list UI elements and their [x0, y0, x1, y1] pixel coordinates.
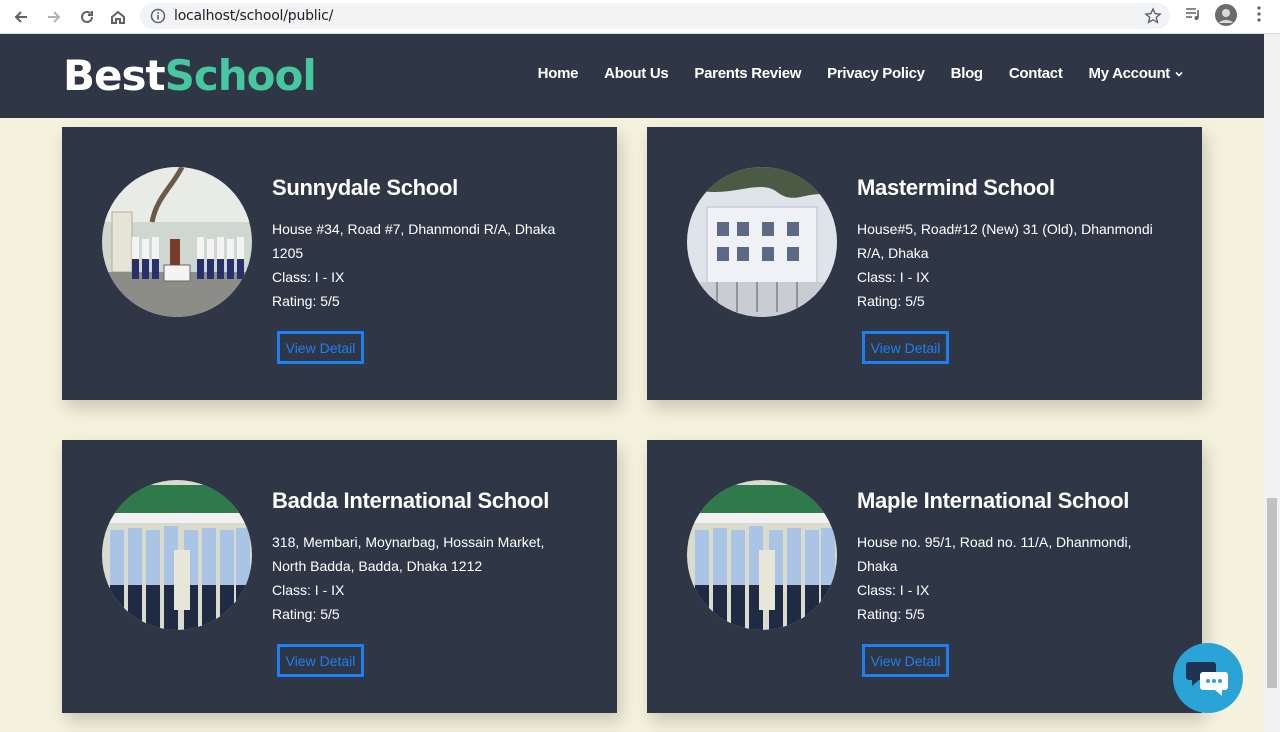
more-icon[interactable] — [1250, 5, 1268, 28]
nav-blog[interactable]: Blog — [951, 65, 983, 82]
url-text: localhost/school/public/ — [174, 8, 334, 24]
school-photo — [102, 480, 252, 630]
back-icon[interactable] — [9, 5, 33, 29]
logo-part-school: School — [164, 51, 317, 100]
school-address: House#5, Road#12 (New) 31 (Old), Dhanmon… — [857, 221, 1153, 261]
school-name[interactable]: Mastermind School — [857, 175, 1055, 201]
school-class: Class: I - IX — [272, 269, 345, 285]
school-class: Class: I - IX — [857, 582, 930, 598]
star-icon[interactable] — [1144, 7, 1162, 30]
logo-part-best: Best — [63, 51, 166, 100]
home-icon[interactable] — [106, 5, 130, 29]
chat-icon — [1186, 662, 1228, 696]
main-menu: Home About Us Parents Review Privacy Pol… — [538, 65, 1184, 82]
school-class: Class: I - IX — [857, 269, 930, 285]
nav-my-account-label: My Account — [1088, 65, 1171, 82]
school-photo — [102, 167, 252, 317]
school-address: House #34, Road #7, Dhanmondi R/A, Dhaka… — [272, 221, 556, 261]
nav-privacy-policy[interactable]: Privacy Policy — [827, 65, 925, 82]
chat-button[interactable] — [1173, 643, 1243, 713]
view-detail-button[interactable]: View Detail — [277, 644, 364, 677]
school-card: Maple International School House no. 95/… — [647, 440, 1202, 713]
school-photo — [687, 167, 837, 317]
view-detail-button[interactable]: View Detail — [862, 331, 949, 364]
chevron-down-icon — [1175, 71, 1183, 77]
school-address: 318, Membari, Moynarbag, Hossain Market,… — [272, 534, 545, 574]
nav-my-account[interactable]: My Account — [1089, 65, 1184, 82]
scrollbar-thumb[interactable] — [1267, 498, 1277, 688]
school-rating: Rating: 5/5 — [272, 606, 340, 622]
school-name[interactable]: Maple International School — [857, 488, 1129, 514]
media-icon[interactable] — [1184, 5, 1202, 28]
site-logo[interactable]: BestSchool — [63, 51, 317, 100]
school-class: Class: I - IX — [272, 582, 345, 598]
school-address: House no. 95/1, Road no. 11/A, Dhanmondi… — [857, 534, 1132, 574]
avatar[interactable] — [1215, 4, 1237, 31]
school-name[interactable]: Badda International School — [272, 488, 549, 514]
browser-toolbar: localhost/school/public/ — [0, 0, 1280, 34]
school-rating: Rating: 5/5 — [857, 606, 925, 622]
page-scrollbar[interactable] — [1264, 34, 1280, 732]
school-list: Sunnydale School House #34, Road #7, Dha… — [0, 118, 1264, 732]
info-icon[interactable] — [150, 8, 166, 29]
school-card: Badda International School 318, Membari,… — [62, 440, 617, 713]
nav-about-us[interactable]: About Us — [604, 65, 669, 82]
school-photo — [687, 480, 837, 630]
nav-contact[interactable]: Contact — [1009, 65, 1063, 82]
school-card: Mastermind School House#5, Road#12 (New)… — [647, 127, 1202, 400]
nav-home[interactable]: Home — [538, 65, 579, 82]
site-header: BestSchool Home About Us Parents Review … — [0, 34, 1264, 118]
reload-icon[interactable] — [75, 5, 99, 29]
school-card: Sunnydale School House #34, Road #7, Dha… — [62, 127, 617, 400]
view-detail-button[interactable]: View Detail — [862, 644, 949, 677]
address-bar[interactable]: localhost/school/public/ — [140, 3, 1170, 29]
school-rating: Rating: 5/5 — [272, 293, 340, 309]
school-name[interactable]: Sunnydale School — [272, 175, 458, 201]
nav-parents-review[interactable]: Parents Review — [694, 65, 801, 82]
school-rating: Rating: 5/5 — [857, 293, 925, 309]
view-detail-button[interactable]: View Detail — [277, 331, 364, 364]
forward-icon[interactable] — [42, 5, 66, 29]
